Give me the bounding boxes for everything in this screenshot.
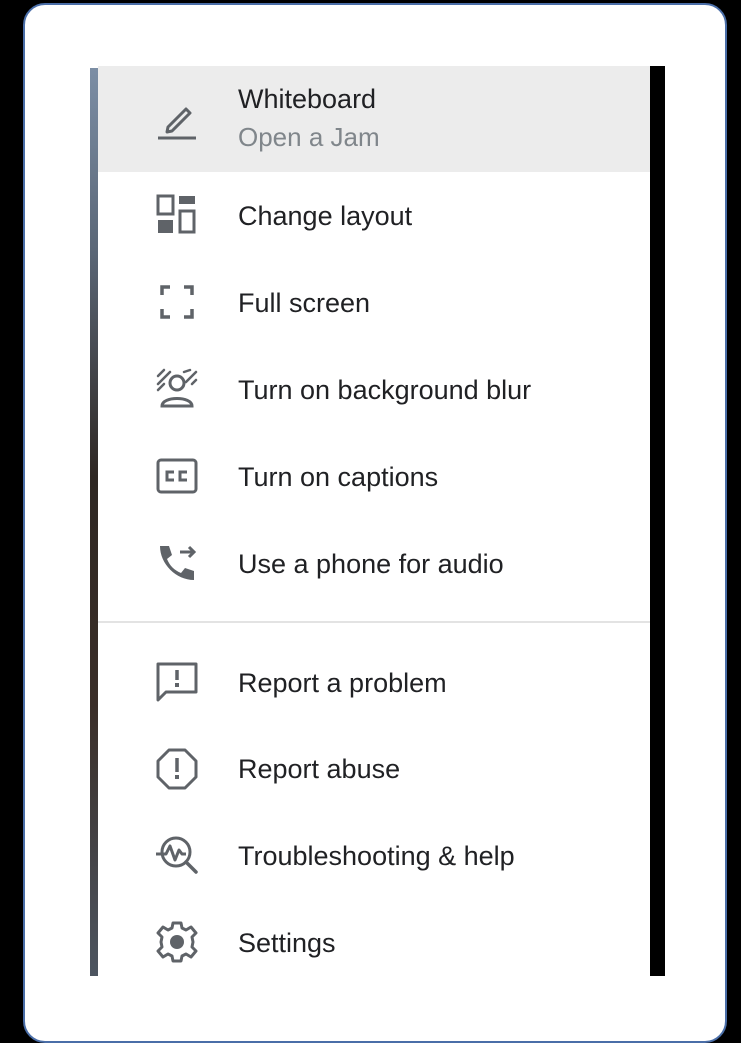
report-abuse-label: Report abuse [238, 754, 401, 784]
menu-divider [98, 621, 650, 623]
menu-item-report-abuse[interactable]: Report abuse [98, 726, 650, 812]
menu-item-background-blur[interactable]: Turn on background blur [98, 346, 650, 433]
menu-item-phone-audio[interactable]: Use a phone for audio [98, 520, 650, 607]
menu-item-settings[interactable]: Settings [98, 899, 650, 976]
menu-item-full-screen[interactable]: Full screen [98, 259, 650, 346]
change-layout-label: Change layout [238, 201, 413, 231]
report-abuse-icon [154, 746, 200, 792]
troubleshooting-label: Troubleshooting & help [238, 841, 515, 871]
settings-label: Settings [238, 928, 336, 958]
captions-icon [154, 453, 200, 499]
menu-item-change-layout[interactable]: Change layout [98, 172, 650, 259]
scrollbar-track [650, 66, 665, 976]
troubleshooting-icon [154, 832, 200, 878]
report-problem-icon [154, 660, 200, 706]
layout-icon [154, 192, 200, 238]
report-problem-label: Report a problem [238, 668, 447, 698]
settings-icon [154, 919, 200, 965]
phone-audio-label: Use a phone for audio [238, 549, 504, 579]
fullscreen-icon [154, 279, 200, 325]
background-blur-label: Turn on background blur [238, 375, 532, 405]
pencil-icon [154, 96, 200, 142]
menu-item-report-problem[interactable]: Report a problem [98, 640, 650, 726]
menu-item-captions[interactable]: Turn on captions [98, 433, 650, 520]
menu-item-troubleshooting[interactable]: Troubleshooting & help [98, 812, 650, 899]
full-screen-label: Full screen [238, 288, 371, 318]
background-blur-icon [154, 366, 200, 412]
menu-item-whiteboard[interactable]: Whiteboard Open a Jam [98, 66, 650, 172]
video-background-strip [90, 68, 98, 976]
whiteboard-sublabel: Open a Jam [238, 122, 380, 152]
phone-audio-icon [154, 540, 200, 586]
more-options-menu: Whiteboard Open a Jam Change layout Full… [98, 66, 650, 976]
captions-label: Turn on captions [238, 462, 439, 492]
whiteboard-label: Whiteboard [238, 84, 377, 114]
